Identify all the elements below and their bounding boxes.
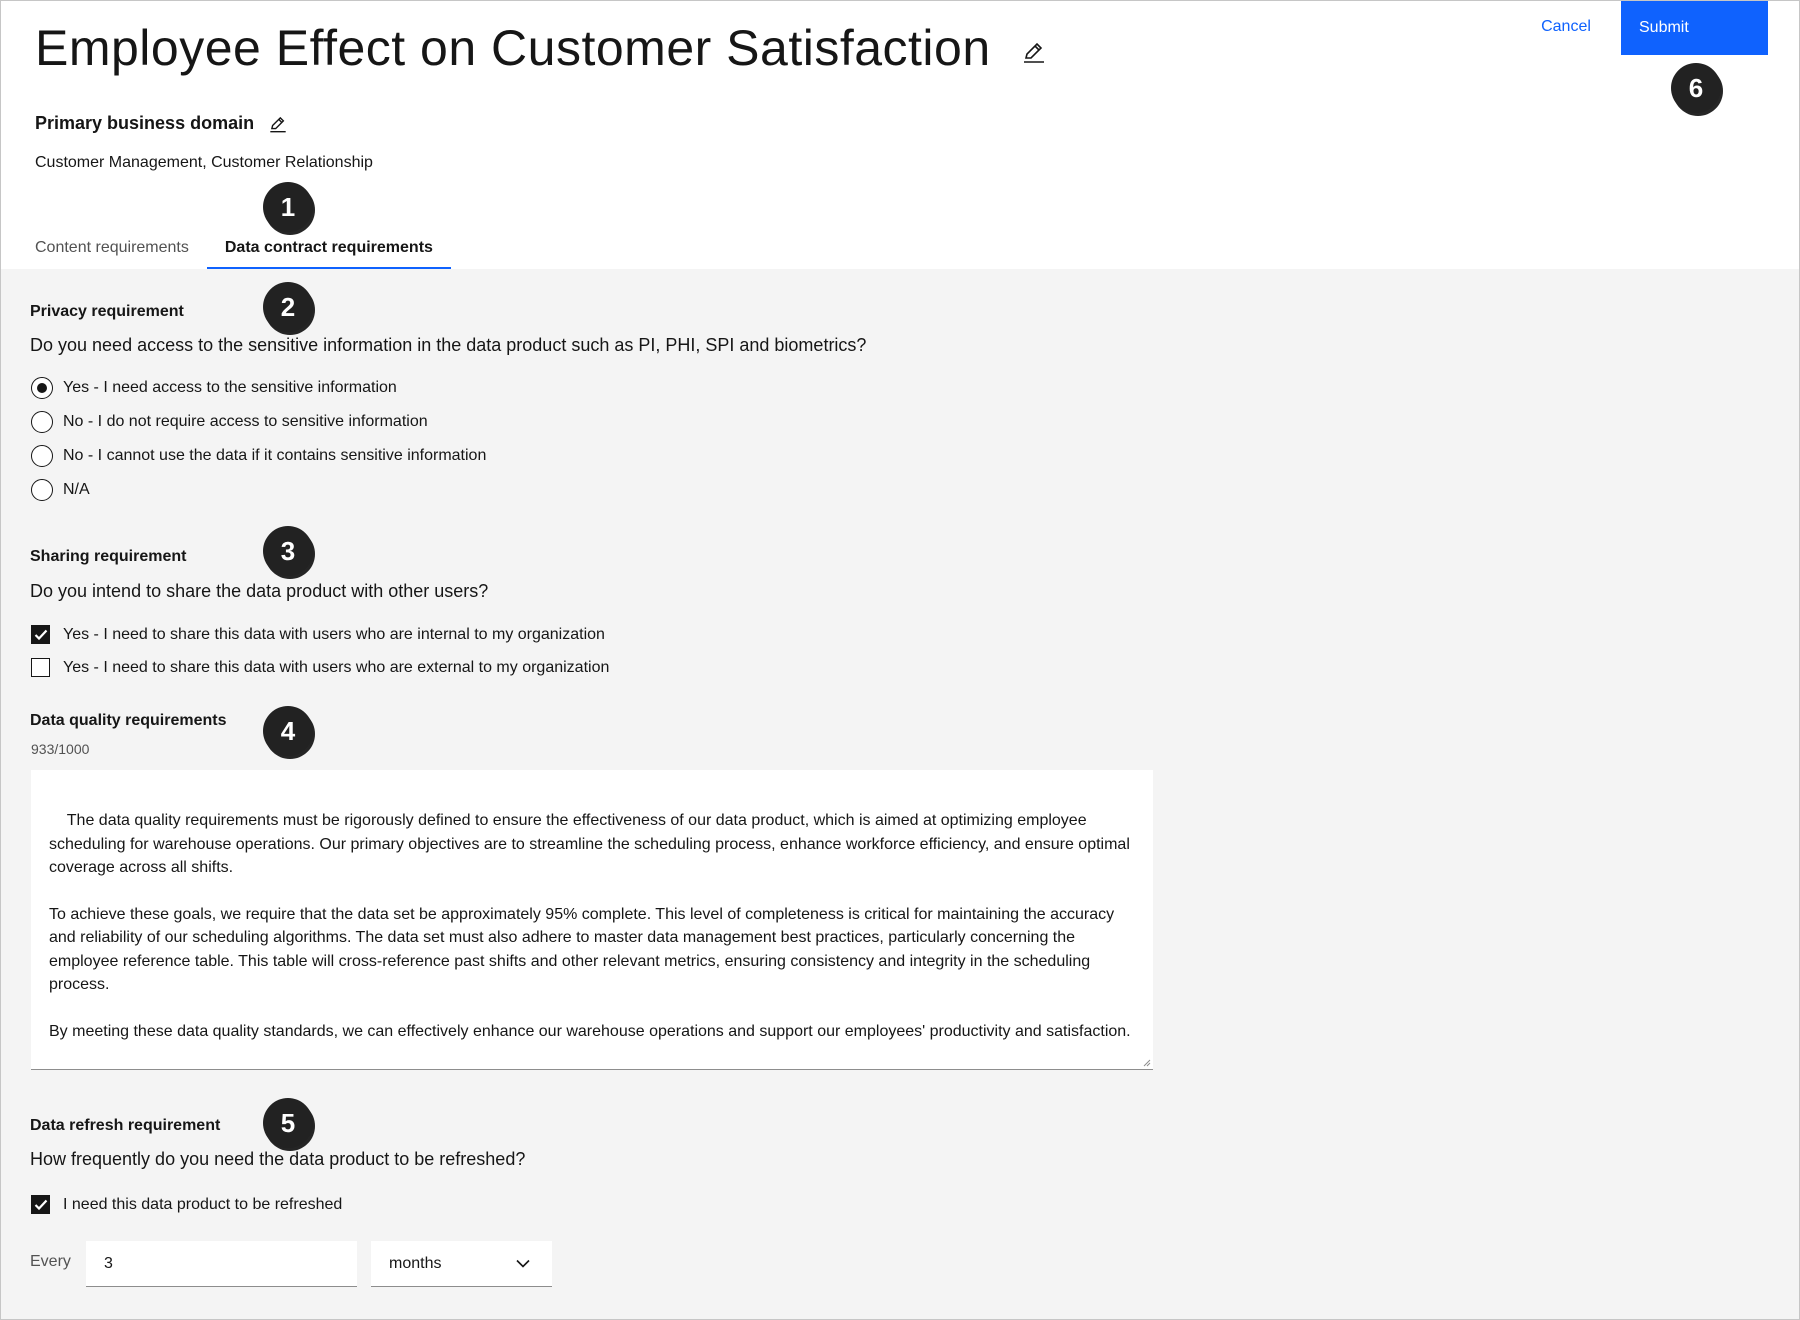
refresh-unit-select[interactable]: months [371, 1241, 552, 1287]
refresh-checkbox-row[interactable]: I need this data product to be refreshed [31, 1195, 342, 1214]
privacy-question: Do you need access to the sensitive info… [30, 335, 867, 355]
checkbox-checked[interactable] [31, 1195, 50, 1214]
radio-unselected[interactable] [31, 445, 53, 467]
privacy-option-label: N/A [63, 481, 90, 498]
step-badge-6: 6 [1671, 63, 1721, 113]
sharing-question: Do you intend to share the data product … [30, 581, 489, 601]
radio-unselected[interactable] [31, 479, 53, 501]
edit-domain-icon[interactable] [268, 114, 288, 134]
radio-selected[interactable] [31, 377, 53, 399]
sharing-label: Sharing requirement [30, 548, 187, 565]
privacy-option-4[interactable]: N/A [31, 479, 90, 501]
domain-label-row: Primary business domain [35, 112, 288, 134]
sharing-option-internal[interactable]: Yes - I need to share this data with use… [31, 625, 605, 644]
cancel-button[interactable]: Cancel [1521, 1, 1611, 53]
resize-handle-icon[interactable] [1141, 1057, 1151, 1067]
refresh-interval-input[interactable]: 3 [86, 1241, 357, 1287]
step-badge-4: 4 [263, 706, 313, 756]
refresh-question: How frequently do you need the data prod… [30, 1149, 526, 1169]
refresh-unit-value: months [389, 1254, 442, 1272]
privacy-option-label: No - I cannot use the data if it contain… [63, 447, 487, 464]
every-label: Every [30, 1253, 71, 1270]
sharing-option-label: Yes - I need to share this data with use… [63, 625, 605, 643]
step-badge-1: 1 [263, 182, 313, 232]
privacy-option-label: No - I do not require access to sensitiv… [63, 413, 428, 430]
quality-textarea[interactable]: The data quality requirements must be ri… [31, 770, 1153, 1070]
privacy-option-label: Yes - I need access to the sensitive inf… [63, 379, 397, 396]
radio-unselected[interactable] [31, 411, 53, 433]
checkbox-unchecked[interactable] [31, 658, 50, 677]
privacy-option-2[interactable]: No - I do not require access to sensitiv… [31, 411, 428, 433]
checkbox-checked[interactable] [31, 625, 50, 644]
submit-button[interactable]: Submit [1621, 1, 1768, 55]
step-badge-5: 5 [263, 1098, 313, 1148]
sharing-option-external[interactable]: Yes - I need to share this data with use… [31, 658, 609, 677]
domain-value: Customer Management, Customer Relationsh… [35, 154, 373, 171]
edit-title-icon[interactable] [1021, 39, 1047, 65]
tab-list: Content requirements Data contract requi… [17, 229, 451, 269]
title-row: Employee Effect on Customer Satisfaction [35, 19, 1047, 77]
tab-data-contract-requirements[interactable]: Data contract requirements [206, 229, 451, 269]
quality-label: Data quality requirements [30, 712, 227, 729]
privacy-option-1[interactable]: Yes - I need access to the sensitive inf… [31, 377, 397, 399]
chevron-down-icon [516, 1259, 530, 1268]
privacy-option-3[interactable]: No - I cannot use the data if it contain… [31, 445, 486, 467]
step-badge-3: 3 [263, 526, 313, 576]
refresh-label: Data refresh requirement [30, 1117, 221, 1134]
refresh-interval-value: 3 [104, 1254, 113, 1272]
quality-text: The data quality requirements must be ri… [49, 812, 1131, 1041]
tab-content-requirements[interactable]: Content requirements [17, 229, 207, 269]
page-header: Employee Effect on Customer Satisfaction… [1, 1, 1799, 269]
refresh-checkbox-label: I need this data product to be refreshed [63, 1195, 343, 1213]
privacy-label: Privacy requirement [30, 303, 184, 320]
domain-label: Primary business domain [35, 112, 255, 133]
sharing-option-label: Yes - I need to share this data with use… [63, 658, 610, 676]
step-badge-2: 2 [263, 282, 313, 332]
character-counter: 933/1000 [31, 741, 90, 757]
page-frame: Employee Effect on Customer Satisfaction… [0, 0, 1800, 1320]
page-title: Employee Effect on Customer Satisfaction [35, 20, 991, 76]
